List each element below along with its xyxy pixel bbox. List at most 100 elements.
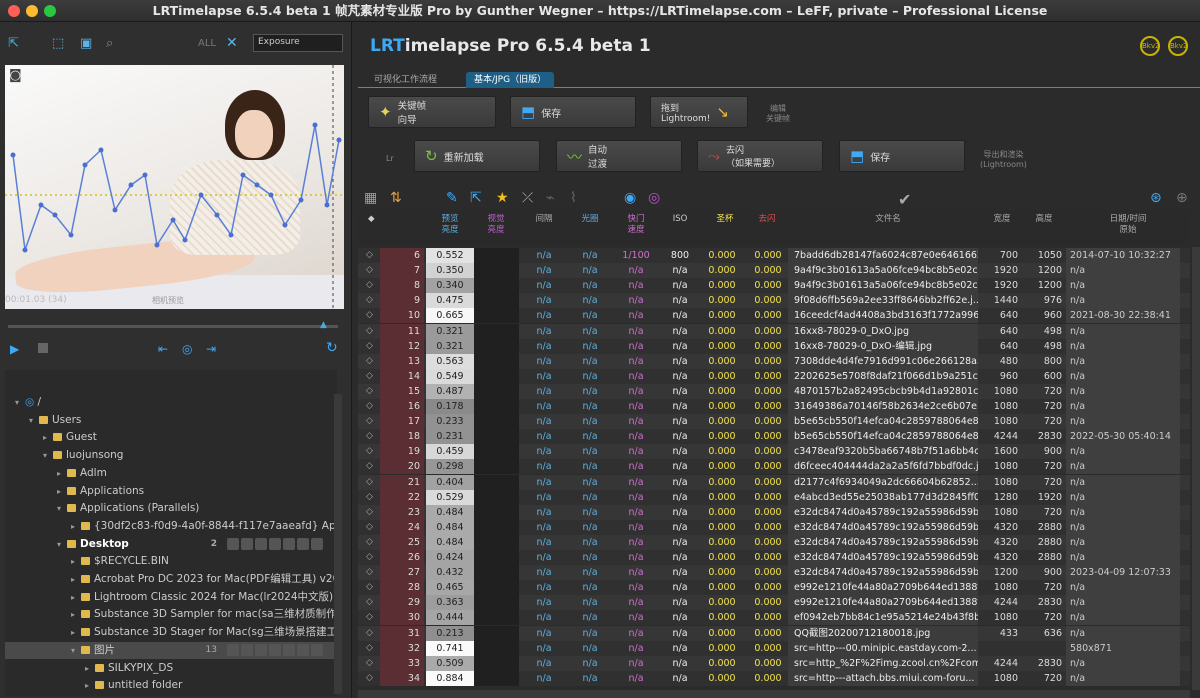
table-row[interactable]: ◇ 31 0.213 n/a n/a n/a n/a 0.000 0.000 QQ截图202007… <box>358 625 1190 641</box>
tree-item[interactable]: ▾ Applications (Parallels) <box>5 500 337 517</box>
close-window-button[interactable] <box>8 5 20 17</box>
table-row[interactable]: ◇ 19 0.459 n/a n/a n/a n/a 0.000 0.000 c3478eaf93… <box>358 444 1190 460</box>
table-row[interactable]: ◇ 15 0.487 n/a n/a n/a n/a 0.000 0.000 4870157b2a… <box>358 383 1190 399</box>
table-row[interactable]: ◇ 18 0.231 n/a n/a n/a n/a 0.000 0.000 b5e65cb550… <box>358 429 1190 445</box>
table-scrollbar[interactable] <box>1192 247 1200 690</box>
bkv2-badge[interactable]: Bkv2 <box>1140 36 1160 56</box>
deflicker-button[interactable]: ⤳ 去闪 （如果需要） <box>697 140 823 172</box>
keyframe-diamond-icon[interactable]: ◇ <box>366 595 380 610</box>
tree-item[interactable]: ▾ 图片 13 <box>5 641 337 659</box>
disclosure-icon[interactable]: ▸ <box>71 606 81 623</box>
table-row[interactable]: ◇ 11 0.321 n/a n/a n/a n/a 0.000 0.000 16xx8-7802… <box>358 323 1190 339</box>
tree-item[interactable]: ▸罗一峰一周岁照25 <box>5 695 337 696</box>
keyframe-diamond-icon[interactable]: ◇ <box>366 565 380 580</box>
auto-transition-button[interactable]: 〰自动 过渡 <box>556 140 682 172</box>
tree-item[interactable]: ▸ Acrobat Pro DC 2023 for Mac(PDF编辑工具) v2… <box>5 571 337 588</box>
disclosure-icon[interactable]: ▸ <box>71 553 81 570</box>
timeline-scrubber[interactable] <box>8 325 338 328</box>
col-aperture[interactable]: 光圈 <box>568 214 612 225</box>
keyframe-diamond-icon[interactable]: ◇ <box>366 399 380 414</box>
save-button-1[interactable]: ⬒ 保存 <box>510 96 636 128</box>
keyframe-col-icon[interactable]: ◆ <box>368 214 375 225</box>
tab-basic-jpg[interactable]: 基本/JPG（旧版） <box>466 72 555 88</box>
disclosure-icon[interactable]: ▸ <box>57 465 67 482</box>
disclosure-icon[interactable]: ▸ <box>57 483 67 500</box>
disclosure-icon[interactable]: ▸ <box>71 589 81 606</box>
scrubber-handle[interactable]: ▲ <box>320 320 327 330</box>
table-row[interactable]: ◇ 6 0.552 n/a n/a 1/100 800 0.000 0.000 7badd6db2… <box>358 248 1190 263</box>
keyframe-diamond-icon[interactable]: ◇ <box>366 550 380 565</box>
disclosure-icon[interactable]: ▾ <box>15 394 25 411</box>
col-filename[interactable]: 文件名 <box>858 214 918 225</box>
table-row[interactable]: ◇ 8 0.340 n/a n/a n/a n/a 0.000 0.000 9a4f9c3b016… <box>358 278 1190 294</box>
play-icon[interactable]: ▶ <box>10 342 19 356</box>
zoom-window-button[interactable] <box>44 5 56 17</box>
table-row[interactable]: ◇ 32 0.741 n/a n/a n/a n/a 0.000 0.000 src=http--… <box>358 640 1190 656</box>
download-icon[interactable]: ⊕ <box>1176 190 1188 206</box>
folder-actions[interactable] <box>227 537 323 550</box>
table-row[interactable]: ◇ 23 0.484 n/a n/a n/a n/a 0.000 0.000 e32dc8474d… <box>358 504 1190 520</box>
keyframe-diamond-icon[interactable]: ◇ <box>366 671 380 686</box>
drag-to-lightroom-button[interactable]: 拖到 Lightroom! ↘ <box>650 96 748 128</box>
disclosure-icon[interactable]: ▾ <box>71 642 81 659</box>
col-datetime[interactable]: 日期/时间 原始 <box>1098 214 1158 236</box>
col-interval[interactable]: 间隔 <box>522 214 566 225</box>
tree-item[interactable]: ▸ Applications <box>5 483 337 500</box>
stop-icon[interactable] <box>38 343 48 353</box>
disclosure-icon[interactable]: ▸ <box>71 518 81 535</box>
keyframe-diamond-icon[interactable]: ◇ <box>366 263 380 278</box>
table-row[interactable]: ◇ 30 0.444 n/a n/a n/a n/a 0.000 0.000 ef0942eb7b… <box>358 610 1190 626</box>
keyframe-icon[interactable]: ◎ <box>182 342 192 356</box>
sort-icon[interactable]: ⇅ <box>390 190 402 206</box>
col-width[interactable]: 宽度 <box>982 214 1022 225</box>
table-row[interactable]: ◇ 33 0.509 n/a n/a n/a n/a 0.000 0.000 src=http_%… <box>358 655 1190 671</box>
tree-item[interactable]: ▸ Substance 3D Stager for Mac(sg三维场景搭建工具 <box>5 624 337 641</box>
keyframe-diamond-icon[interactable]: ◇ <box>366 444 380 459</box>
table-row[interactable]: ◇ 25 0.484 n/a n/a n/a n/a 0.000 0.000 e32dc8474d… <box>358 534 1190 550</box>
disclosure-icon[interactable]: ▾ <box>57 500 67 517</box>
keyframe-diamond-icon[interactable]: ◇ <box>366 580 380 595</box>
keyframe-diamond-icon[interactable]: ◇ <box>366 384 380 399</box>
folder-actions[interactable] <box>227 643 323 656</box>
table-row[interactable]: ◇ 26 0.424 n/a n/a n/a n/a 0.000 0.000 e32dc8474d… <box>358 550 1190 565</box>
star-icon[interactable]: ★ <box>496 190 509 206</box>
disclosure-icon[interactable]: ▸ <box>85 660 95 677</box>
reload-button[interactable]: ↻ 重新加载 <box>414 140 540 172</box>
tree-item[interactable]: ▸ Lightroom Classic 2024 for Mac(lr2024中文… <box>5 589 337 606</box>
tab-visual-workflow[interactable]: 可视化工作流程 <box>366 72 445 88</box>
curve-icon[interactable]: ✕ <box>226 35 238 51</box>
table-row[interactable]: ◇ 24 0.484 n/a n/a n/a n/a 0.000 0.000 e32dc8474d… <box>358 519 1190 535</box>
bkv2-badge-2[interactable]: Bkv2 <box>1168 36 1188 56</box>
keyframe-diamond-icon[interactable]: ◇ <box>366 369 380 384</box>
keyframe-diamond-icon[interactable]: ◇ <box>366 520 380 535</box>
keyframe-diamond-icon[interactable]: ◇ <box>366 505 380 520</box>
tree-item[interactable]: ▾ Desktop 2 <box>5 536 337 553</box>
keyframe-diamond-icon[interactable]: ◇ <box>366 626 380 641</box>
table-row[interactable]: ◇ 13 0.563 n/a n/a n/a n/a 0.000 0.000 7308dde4d4… <box>358 353 1190 369</box>
tree-item[interactable]: ▸ SILKYPIX_DS <box>5 660 337 677</box>
table-row[interactable]: ◇ 28 0.465 n/a n/a n/a n/a 0.000 0.000 e992e1210f… <box>358 580 1190 596</box>
tree-item[interactable]: ▸ Guest <box>5 429 337 446</box>
col-height[interactable]: 高度 <box>1024 214 1064 225</box>
keyframe-diamond-icon[interactable]: ◇ <box>366 429 380 444</box>
keyframe-diamond-icon[interactable]: ◇ <box>366 324 380 339</box>
tree-item[interactable]: ▾ ◎ / <box>5 394 337 411</box>
disclosure-icon[interactable]: ▸ <box>71 571 81 588</box>
tree-item[interactable]: ▸ untitled folder <box>5 677 337 694</box>
tree-item[interactable]: ▾ luojunsong <box>5 447 337 464</box>
table-row[interactable]: ◇ 29 0.363 n/a n/a n/a n/a 0.000 0.000 e992e1210f… <box>358 595 1190 611</box>
tree-item[interactable]: ▸ $RECYCLE.BIN <box>5 553 337 570</box>
tree-item[interactable]: ▸ Adlm <box>5 465 337 482</box>
export-icon[interactable]: ⇱ <box>8 36 19 51</box>
disclosure-icon[interactable]: ▸ <box>71 624 81 641</box>
keyframe-diamond-icon[interactable]: ◇ <box>366 641 380 656</box>
col-visual-brightness[interactable]: 视觉 亮度 <box>474 214 518 236</box>
circle-icon[interactable]: ◉ <box>624 190 636 206</box>
curve-tool-icon[interactable]: ⤫ <box>522 190 533 206</box>
prev-keyframe-icon[interactable]: ⇤ <box>158 342 168 356</box>
col-iso[interactable]: ISO <box>658 214 702 225</box>
table-row[interactable]: ◇ 20 0.298 n/a n/a n/a n/a 0.000 0.000 d6fceec404… <box>358 459 1190 475</box>
keyframe-diamond-icon[interactable]: ◇ <box>366 459 380 474</box>
next-keyframe-icon[interactable]: ⇥ <box>206 342 216 356</box>
sync-icon[interactable]: ⊛ <box>1150 190 1162 206</box>
